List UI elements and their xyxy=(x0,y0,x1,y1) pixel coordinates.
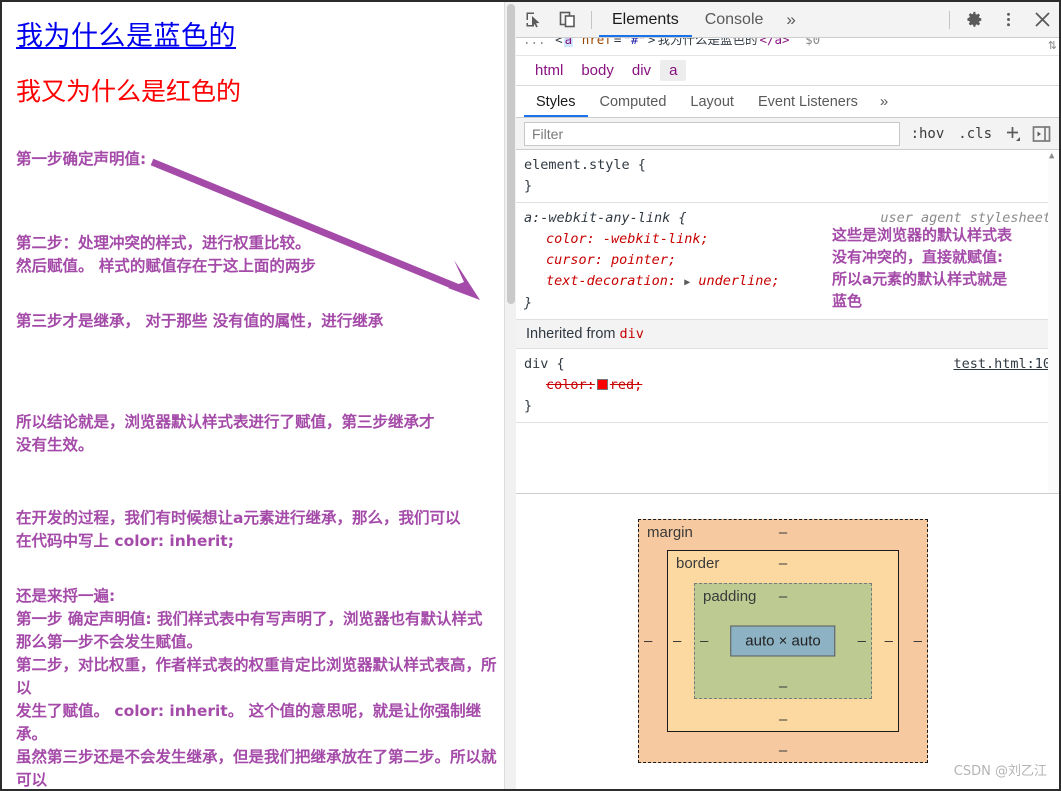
border-top-value[interactable]: – xyxy=(779,555,787,572)
dom-selected-ref: $0 xyxy=(805,38,821,47)
padding-bottom-value[interactable]: – xyxy=(779,678,787,695)
tab-elements[interactable]: Elements xyxy=(599,2,692,37)
devtools-panel: Elements Console » ... < a href = "#" > … xyxy=(516,0,1061,791)
border-left-value[interactable]: – xyxy=(673,633,681,650)
ua-decl-td-value: underline; xyxy=(698,273,780,289)
box-model-border[interactable]: border – – – – padding – – – – auto × au… xyxy=(667,550,899,732)
box-model-padding-label: padding xyxy=(703,588,757,605)
ua-decl-color-value: -webkit-link; xyxy=(602,231,709,247)
styles-rules-list[interactable]: element.style { } a:-webkit-any-link { u… xyxy=(516,150,1059,493)
screenshot-root: 我为什么是蓝色的 我又为什么是红色的 第一步确定声明值: 第二步：处理冲突的样式… xyxy=(0,0,1061,791)
styles-sub-tabs: Styles Computed Layout Event Listeners » xyxy=(516,86,1059,118)
tab-layout[interactable]: Layout xyxy=(678,87,746,117)
box-model-content-size[interactable]: auto × auto xyxy=(730,625,836,657)
inherited-label: Inherited from xyxy=(526,326,616,342)
rule-div[interactable]: div { test.html:10 color: red; } xyxy=(516,349,1059,423)
margin-bottom-value[interactable]: – xyxy=(779,742,787,759)
dom-scroll-marker: ⇅ xyxy=(1047,40,1057,52)
annotation-inherit-tip: 在开发的过程，我们有时候想让a元素进行继承，那么，我们可以 在代码中写上 col… xyxy=(16,509,461,550)
red-heading: 我又为什么是红色的 xyxy=(16,77,242,106)
border-right-value[interactable]: – xyxy=(885,633,893,650)
padding-left-value[interactable]: – xyxy=(700,633,708,650)
annotation-default-stylesheet: 这些是浏览器的默认样式表 没有冲突的，直接就赋值: 所以a元素的默认样式就是 蓝… xyxy=(832,226,1013,310)
blue-link[interactable]: 我为什么是蓝色的 xyxy=(16,14,236,53)
breadcrumb-item-a[interactable]: a xyxy=(660,60,687,81)
dom-ellipsis: ... xyxy=(523,38,546,47)
div-decl-color-value: red; xyxy=(609,377,643,393)
page-content: 我为什么是蓝色的 我又为什么是红色的 第一步确定声明值: 第二步：处理冲突的样式… xyxy=(2,2,504,789)
margin-left-value[interactable]: – xyxy=(644,633,652,650)
dom-open-bracket: < xyxy=(555,38,563,47)
annotation-recap: 还是来捋一遍: 第一步 确定声明值: 我们样式表中有写声明了，浏览器也有默认样式… xyxy=(16,587,497,789)
watermark: CSDN @刘乙江 xyxy=(953,764,1047,779)
cls-button[interactable]: .cls xyxy=(951,126,999,142)
margin-top-value[interactable]: – xyxy=(779,524,787,541)
ua-decl-td-prop: text-decoration: xyxy=(546,273,677,289)
annotation-conclusion: 所以结论就是，浏览器默认样式表进行了赋值，第三步继承才 没有生效。 xyxy=(16,413,435,454)
box-model-padding[interactable]: padding – – – – auto × auto xyxy=(694,583,872,699)
dom-attr-value: "#" xyxy=(623,38,646,47)
device-toolbar-icon[interactable] xyxy=(550,5,584,35)
breadcrumb-item-div[interactable]: div xyxy=(623,60,660,81)
hov-button[interactable]: :hov xyxy=(904,126,952,142)
styles-filter-row: :hov .cls xyxy=(516,118,1059,150)
toolbar-divider-2 xyxy=(949,10,950,29)
inherited-source-tag[interactable]: div xyxy=(620,326,644,342)
styles-scrollbar[interactable]: ▲ xyxy=(1048,150,1059,493)
inherited-from-header: Inherited from div xyxy=(516,320,1059,349)
rendered-page-pane: 我为什么是蓝色的 我又为什么是红色的 第一步确定声明值: 第二步：处理冲突的样式… xyxy=(0,0,516,791)
breadcrumb: html body div a xyxy=(516,56,1059,86)
new-style-rule-button[interactable] xyxy=(999,122,1027,146)
dom-attr-eq: = xyxy=(613,38,622,47)
more-tabs-button[interactable]: » xyxy=(776,10,805,30)
ua-decl-cursor-value: pointer; xyxy=(611,252,677,268)
box-model-margin[interactable]: margin – – – – border – – – – padding – … xyxy=(638,519,928,763)
devtools-toolbar: Elements Console » xyxy=(516,2,1059,38)
dom-attr-name: href xyxy=(581,38,612,47)
box-model-margin-label: margin xyxy=(647,524,693,541)
tab-event-listeners[interactable]: Event Listeners xyxy=(746,87,870,117)
breadcrumb-item-html[interactable]: html xyxy=(526,60,572,81)
border-bottom-value[interactable]: – xyxy=(779,711,787,728)
annotation-step1: 第一步确定声明值: xyxy=(16,150,147,168)
dom-closing-tag: </a> xyxy=(759,38,790,47)
tab-computed[interactable]: Computed xyxy=(588,87,679,117)
annotation-step3: 第三步才是继承， 对于那些 没有值的属性，进行继承 xyxy=(16,312,384,330)
padding-top-value[interactable]: – xyxy=(779,588,787,605)
rule-element-style[interactable]: element.style { } xyxy=(516,150,1059,203)
ua-decl-cursor-prop: cursor: xyxy=(546,252,603,268)
dom-tag-name: a xyxy=(563,38,574,47)
margin-right-value[interactable]: – xyxy=(914,633,922,650)
annotation-step2: 第二步：处理冲突的样式，进行权重比较。 然后赋值。 样式的赋值存在于这上面的两步 xyxy=(16,234,316,275)
breadcrumb-item-body[interactable]: body xyxy=(572,60,623,81)
gear-icon[interactable] xyxy=(957,5,991,35)
div-decl-color[interactable]: color: red; xyxy=(524,375,1059,396)
element-style-selector: element.style { xyxy=(524,157,646,173)
tab-console[interactable]: Console xyxy=(692,2,777,37)
div-rule-close: } xyxy=(524,398,533,414)
expand-triangle-icon[interactable]: ▶ xyxy=(684,277,690,288)
element-style-close: } xyxy=(524,178,533,194)
close-icon[interactable] xyxy=(1025,5,1059,35)
box-model-pane: margin – – – – border – – – – padding – … xyxy=(516,493,1059,789)
color-swatch[interactable] xyxy=(596,379,608,390)
box-model-border-label: border xyxy=(676,555,720,572)
dom-tree-row-content: ... < a href = "#" > 我为什么是蓝色的 </a> $0 xyxy=(516,38,821,48)
dom-tree-clipped-row[interactable]: ... < a href = "#" > 我为什么是蓝色的 </a> $0 ⇅ xyxy=(516,38,1059,56)
more-sub-tabs-button[interactable]: » xyxy=(870,87,898,117)
styles-scrollbar-up-arrow[interactable]: ▲ xyxy=(1049,151,1054,161)
sidebar-toggle-icon[interactable] xyxy=(1027,122,1055,146)
div-rule-source-link[interactable]: test.html:10 xyxy=(953,354,1051,375)
page-scrollbar-thumb[interactable] xyxy=(507,4,515,304)
page-scrollbar[interactable] xyxy=(504,2,516,789)
inspect-cursor-icon[interactable] xyxy=(516,5,550,35)
ua-decl-color-prop: color: xyxy=(546,231,595,247)
tab-styles[interactable]: Styles xyxy=(524,87,588,117)
padding-right-value[interactable]: – xyxy=(858,633,866,650)
div-decl-color-prop: color: xyxy=(546,377,595,393)
toolbar-divider xyxy=(591,10,592,29)
kebab-menu-icon[interactable] xyxy=(991,5,1025,35)
dom-text-node: 我为什么是蓝色的 xyxy=(657,38,758,47)
filter-input[interactable] xyxy=(524,121,900,146)
